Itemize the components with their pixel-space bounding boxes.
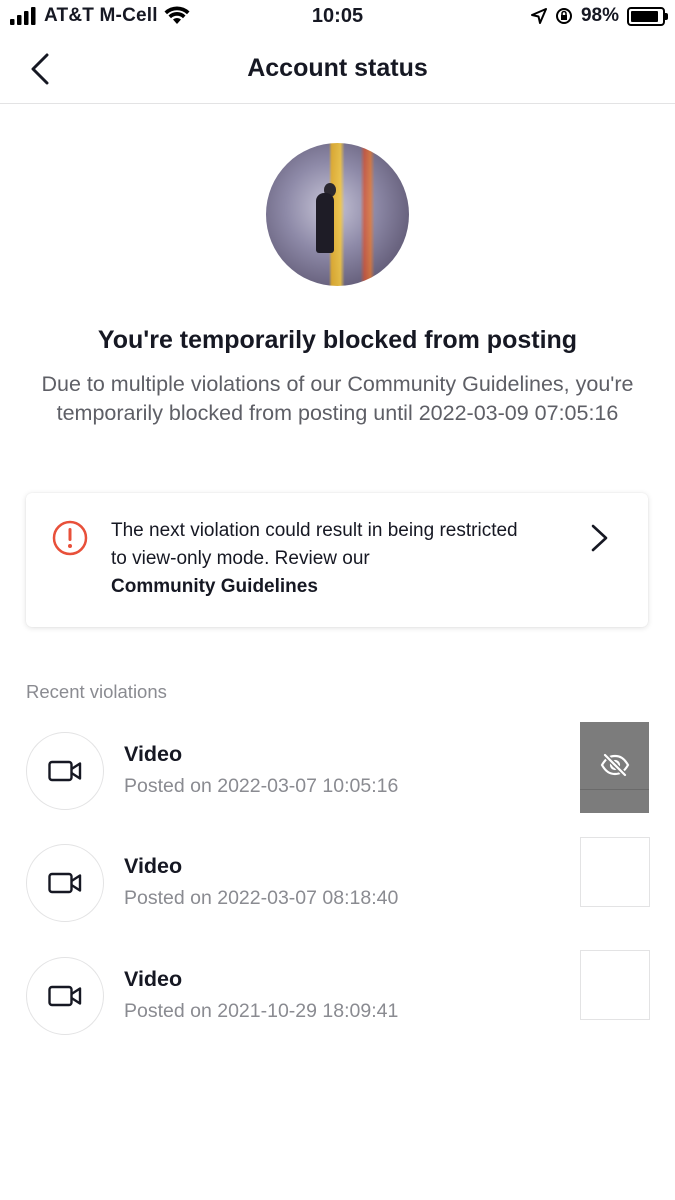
nav-header: Account status — [0, 36, 675, 104]
chevron-right-icon — [591, 524, 608, 552]
avatar — [266, 143, 409, 286]
battery-level — [631, 10, 658, 22]
violation-thumbnail[interactable] — [580, 837, 650, 907]
video-camera-icon — [48, 760, 82, 782]
page-title: Account status — [247, 54, 428, 82]
video-icon-circle — [26, 732, 104, 810]
video-icon-circle — [26, 844, 104, 922]
battery-icon — [627, 6, 668, 26]
status-headline: You're temporarily blocked from posting — [97, 326, 578, 354]
violation-type: Video — [124, 967, 183, 991]
video-icon-circle — [26, 957, 104, 1035]
community-guidelines-link[interactable]: Community Guidelines — [111, 573, 531, 601]
warning-icon — [52, 520, 88, 556]
violation-row[interactable]: Video Posted on 2022-03-07 10:05:16 — [0, 722, 675, 824]
violation-date: Posted on 2022-03-07 08:18:40 — [124, 887, 399, 909]
violation-date: Posted on 2021-10-29 18:09:41 — [124, 1000, 399, 1022]
status-bar-right: 98% — [530, 5, 668, 27]
thumbnail-divider — [580, 789, 649, 790]
location-arrow-icon — [530, 8, 547, 24]
eye-slash-icon — [600, 753, 630, 777]
status-description: Due to multiple violations of our Commun… — [41, 372, 634, 425]
warning-card[interactable]: The next violation could result in being… — [26, 493, 648, 627]
violation-type: Video — [124, 742, 183, 766]
violation-row[interactable]: Video Posted on 2021-10-29 18:09:41 — [0, 950, 675, 1049]
warning-message: The next violation could result in being… — [111, 520, 518, 569]
violation-thumbnail-hidden[interactable] — [580, 722, 649, 813]
violation-type: Video — [124, 854, 183, 878]
violation-date: Posted on 2022-03-07 10:05:16 — [124, 775, 399, 797]
violation-thumbnail[interactable] — [580, 950, 650, 1020]
video-camera-icon — [48, 872, 82, 894]
violation-row[interactable]: Video Posted on 2022-03-07 08:18:40 — [0, 837, 675, 936]
video-camera-icon — [48, 985, 82, 1007]
warning-text-block: The next violation could result in being… — [111, 517, 531, 601]
avatar-figure-body — [316, 193, 334, 253]
battery-percent: 98% — [580, 5, 619, 26]
status-bar: AT&T M-Cell 10:05 98% — [0, 0, 675, 34]
orientation-lock-icon — [555, 8, 572, 24]
recent-violations-label: Recent violations — [26, 681, 167, 702]
